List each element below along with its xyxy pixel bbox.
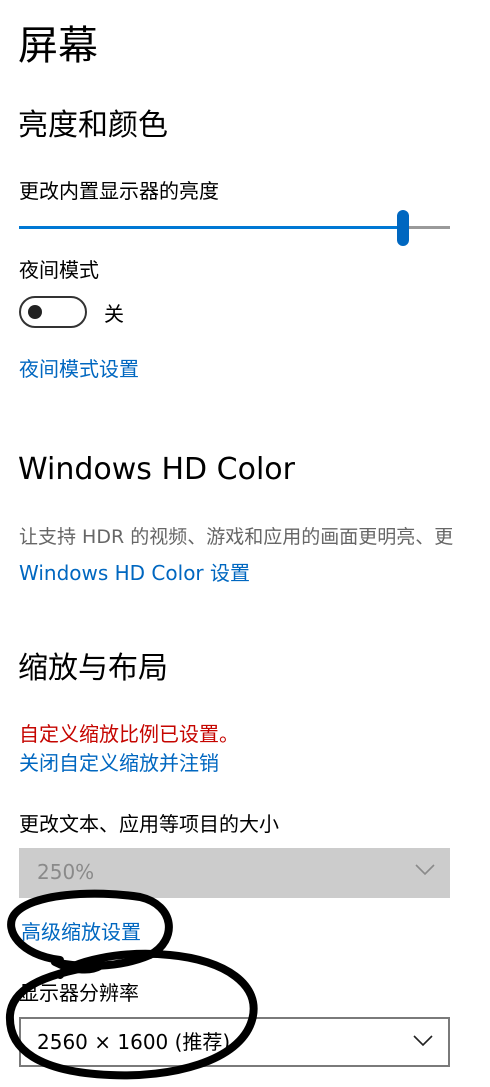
scale-layout-heading: 缩放与布局: [18, 651, 168, 686]
page-title: 屏幕: [18, 23, 98, 69]
night-light-settings-link[interactable]: 夜间模式设置: [19, 355, 139, 383]
hd-color-description: 让支持 HDR 的视频、游戏和应用的画面更明亮、更: [19, 526, 454, 548]
brightness-slider[interactable]: [19, 210, 450, 246]
chevron-down-icon: [413, 1035, 433, 1047]
scale-dropdown-value: 250%: [37, 860, 95, 884]
chevron-down-icon: [415, 864, 435, 876]
slider-fill: [19, 226, 403, 229]
resolution-dropdown[interactable]: 2560 × 1600 (推荐): [19, 1017, 450, 1067]
brightness-slider-label: 更改内置显示器的亮度: [19, 179, 219, 203]
slider-thumb[interactable]: [396, 210, 409, 246]
resolution-label: 显示器分辨率: [19, 981, 139, 1005]
night-light-toggle[interactable]: [19, 296, 87, 328]
hd-color-settings-link[interactable]: Windows HD Color 设置: [19, 559, 250, 587]
turn-off-custom-scale-link[interactable]: 关闭自定义缩放并注销: [19, 749, 219, 777]
resolution-dropdown-value: 2560 × 1600 (推荐): [37, 1030, 231, 1054]
night-light-state: 关: [104, 302, 124, 326]
scale-dropdown[interactable]: 250%: [19, 848, 450, 898]
toggle-knob: [28, 305, 42, 319]
scale-label: 更改文本、应用等项目的大小: [19, 812, 279, 836]
hd-color-heading: Windows HD Color: [18, 452, 295, 487]
custom-scale-warning: 自定义缩放比例已设置。: [19, 722, 239, 746]
advanced-scaling-link[interactable]: 高级缩放设置: [21, 918, 141, 946]
brightness-color-heading: 亮度和颜色: [18, 108, 168, 143]
night-light-label: 夜间模式: [19, 258, 99, 282]
